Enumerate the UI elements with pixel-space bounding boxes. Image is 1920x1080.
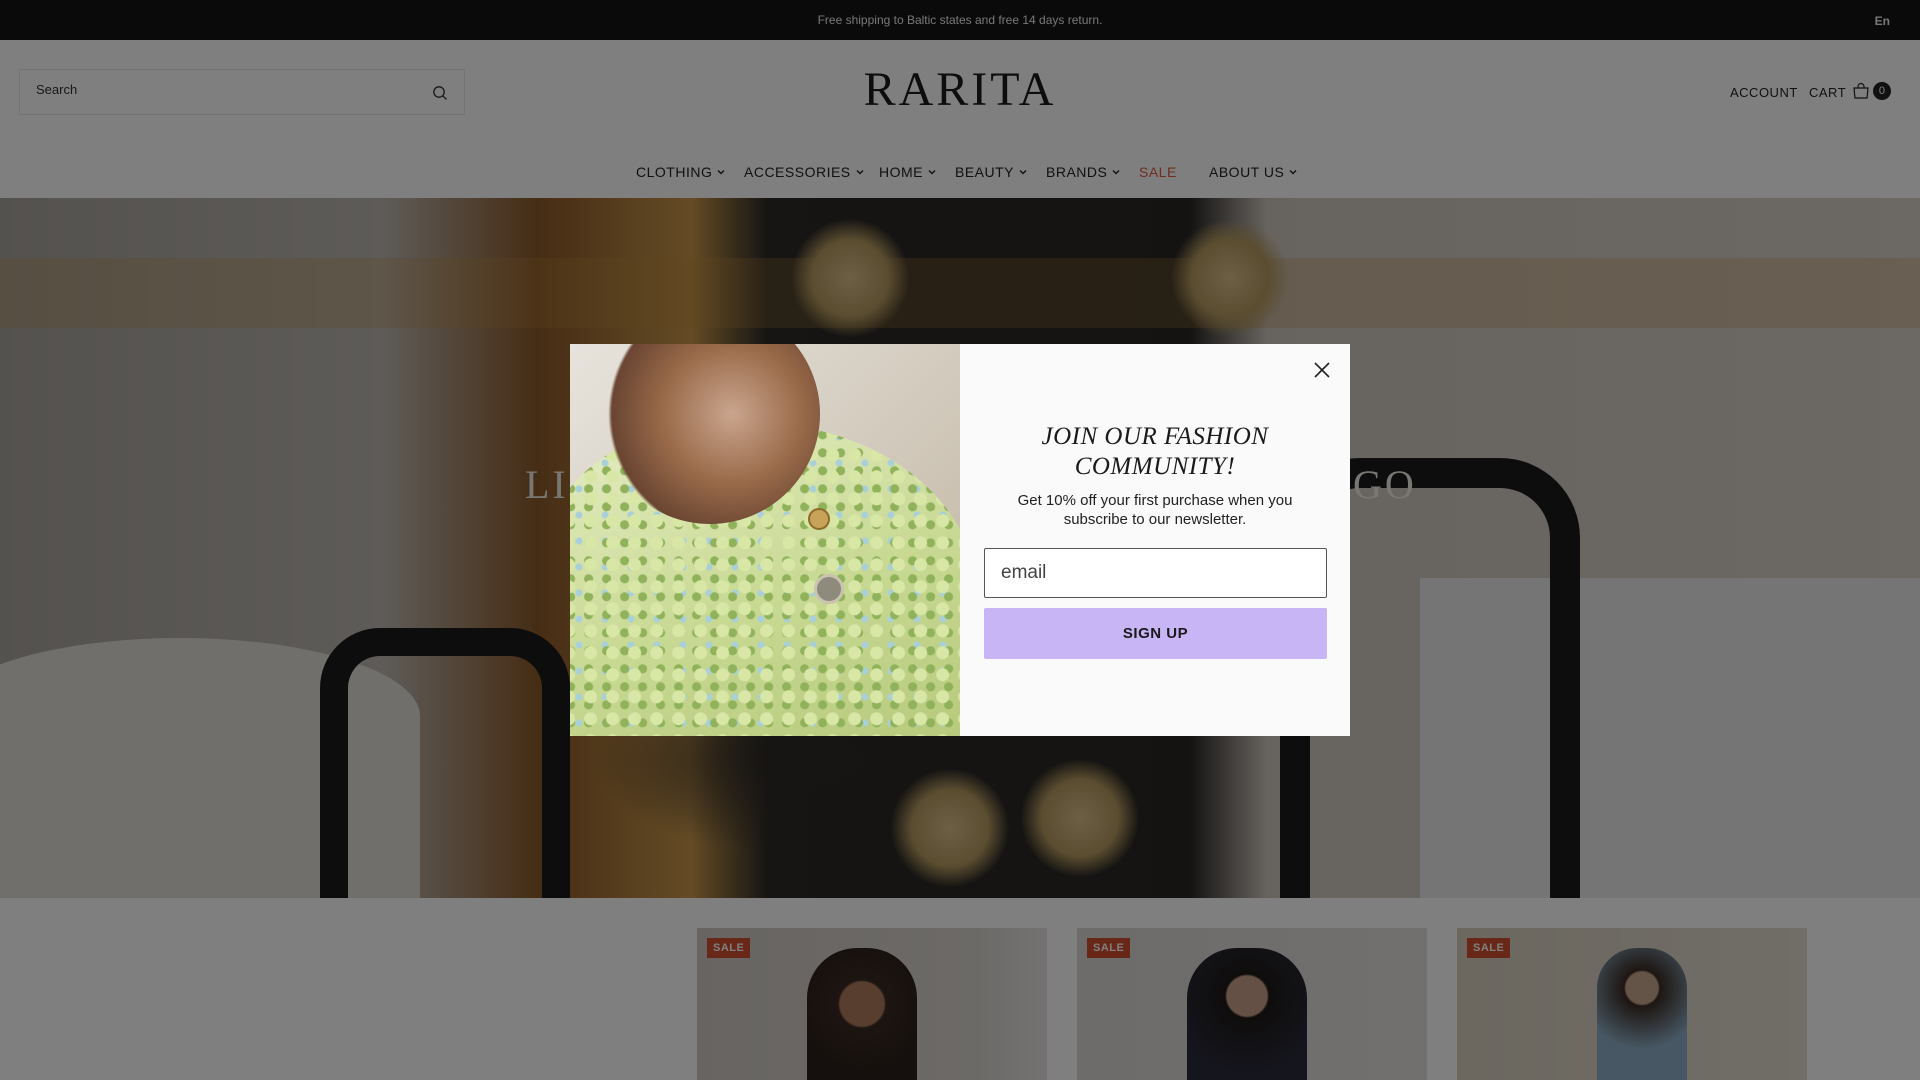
modal-subtitle: Get 10% off your first purchase when you…: [1017, 492, 1293, 528]
modal-promo-image: [570, 344, 960, 736]
modal-title: JOIN OUR FASHION COMMUNITY!: [1041, 423, 1269, 480]
close-icon[interactable]: [1310, 358, 1334, 382]
email-field[interactable]: [984, 548, 1327, 598]
sign-up-button[interactable]: SIGN UP: [984, 608, 1327, 659]
jacket-button-illustration: [808, 508, 830, 530]
newsletter-modal: JOIN OUR FASHION COMMUNITY! Get 10% off …: [570, 344, 1350, 736]
jacket-brooch-illustration: [814, 574, 844, 604]
